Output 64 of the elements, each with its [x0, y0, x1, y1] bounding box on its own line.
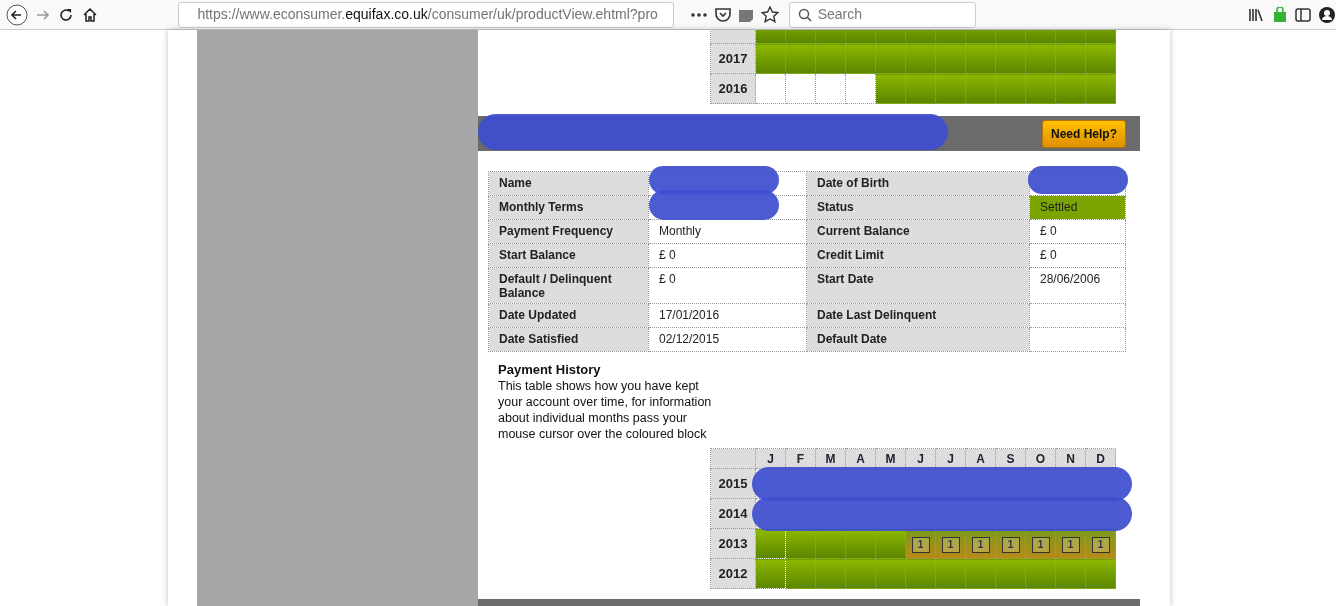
field-label: Default Date — [806, 327, 1030, 352]
month-header: A — [845, 448, 876, 469]
year-label: 2017 — [710, 43, 756, 74]
month-header: M — [815, 448, 846, 469]
pocket-icon[interactable] — [714, 7, 731, 22]
year-label: 2013 — [710, 528, 756, 559]
field-label: Date of Birth — [806, 171, 1030, 196]
field-label: Credit Limit — [806, 243, 1030, 268]
month-header: F — [785, 448, 816, 469]
month-header: D — [1085, 448, 1116, 469]
late-payment-badge: 1 — [1001, 536, 1020, 553]
help-button[interactable]: Need Help? — [1042, 119, 1126, 148]
field-label: Start Date — [806, 267, 1030, 304]
field-value: £ 0 — [659, 248, 676, 262]
late-payment-badge: 1 — [941, 536, 960, 553]
section-title: Payment History — [498, 362, 602, 378]
home-icon[interactable] — [81, 6, 98, 23]
field-label: Monthly Terms — [488, 195, 649, 220]
year-label: 2012 — [710, 558, 756, 589]
month-header: S — [995, 448, 1026, 469]
search-icon — [797, 7, 812, 22]
field-label: Date Last Delinquent — [806, 303, 1030, 328]
month-header: O — [1025, 448, 1056, 469]
forward-icon[interactable] — [34, 7, 51, 22]
field-label: Current Balance — [806, 219, 1030, 244]
more-icon[interactable] — [691, 12, 708, 17]
url-text: https://www.econsumer.equifax.co.uk/consumer/uk/productView.ehtml?pro — [197, 5, 658, 24]
field-value: 28/06/2006 — [1040, 272, 1101, 286]
account-icon[interactable] — [1318, 5, 1336, 24]
field-label: Start Balance — [488, 243, 649, 268]
late-payment-badge: 1 — [971, 536, 990, 553]
field-label: Payment Frequency — [488, 219, 649, 244]
field-value: £ 0 — [659, 272, 676, 286]
month-header: N — [1055, 448, 1086, 469]
sidebar-icon[interactable] — [1295, 7, 1312, 22]
field-label: Date Satisfied — [488, 327, 649, 352]
late-payment-badge: 1 — [1091, 536, 1110, 553]
field-label: Status — [806, 195, 1030, 220]
address-bar[interactable]: https://www.econsumer.equifax.co.uk/consumer/uk/productView.ehtml?pro — [178, 1, 675, 28]
month-header: A — [965, 448, 996, 469]
late-payment-badge: 1 — [1031, 536, 1050, 553]
library-icon[interactable] — [1248, 7, 1265, 22]
field-value: £ 0 — [1040, 224, 1057, 238]
description-text: This table shows how you have kept your account over time, for information about individual months pass your mouse cursor over the coloured block — [498, 378, 713, 442]
late-payment-badge: 1 — [1061, 536, 1080, 553]
bookmark-star-icon[interactable] — [760, 6, 779, 23]
field-value: Monthly — [659, 224, 702, 238]
field-label: Date Updated — [488, 303, 649, 328]
back-icon[interactable] — [6, 3, 28, 26]
shopping-bag-icon[interactable] — [1272, 6, 1287, 23]
field-value: £ 0 — [1040, 248, 1057, 262]
reload-icon[interactable] — [58, 6, 75, 23]
field-value: 17/01/2016 — [659, 308, 720, 322]
field-label: Name — [488, 171, 649, 196]
field-value: 02/12/2015 — [659, 332, 720, 346]
month-header: J — [935, 448, 966, 469]
month-header: J — [905, 448, 936, 469]
month-header: J — [755, 448, 786, 469]
status-value: Settled — [1040, 200, 1078, 214]
month-header: M — [875, 448, 906, 469]
search-field[interactable]: Search — [788, 1, 976, 28]
year-label: 2016 — [710, 73, 756, 104]
late-payment-badge: 1 — [911, 536, 930, 553]
field-label: Default / Delinquent Balance — [488, 267, 649, 304]
